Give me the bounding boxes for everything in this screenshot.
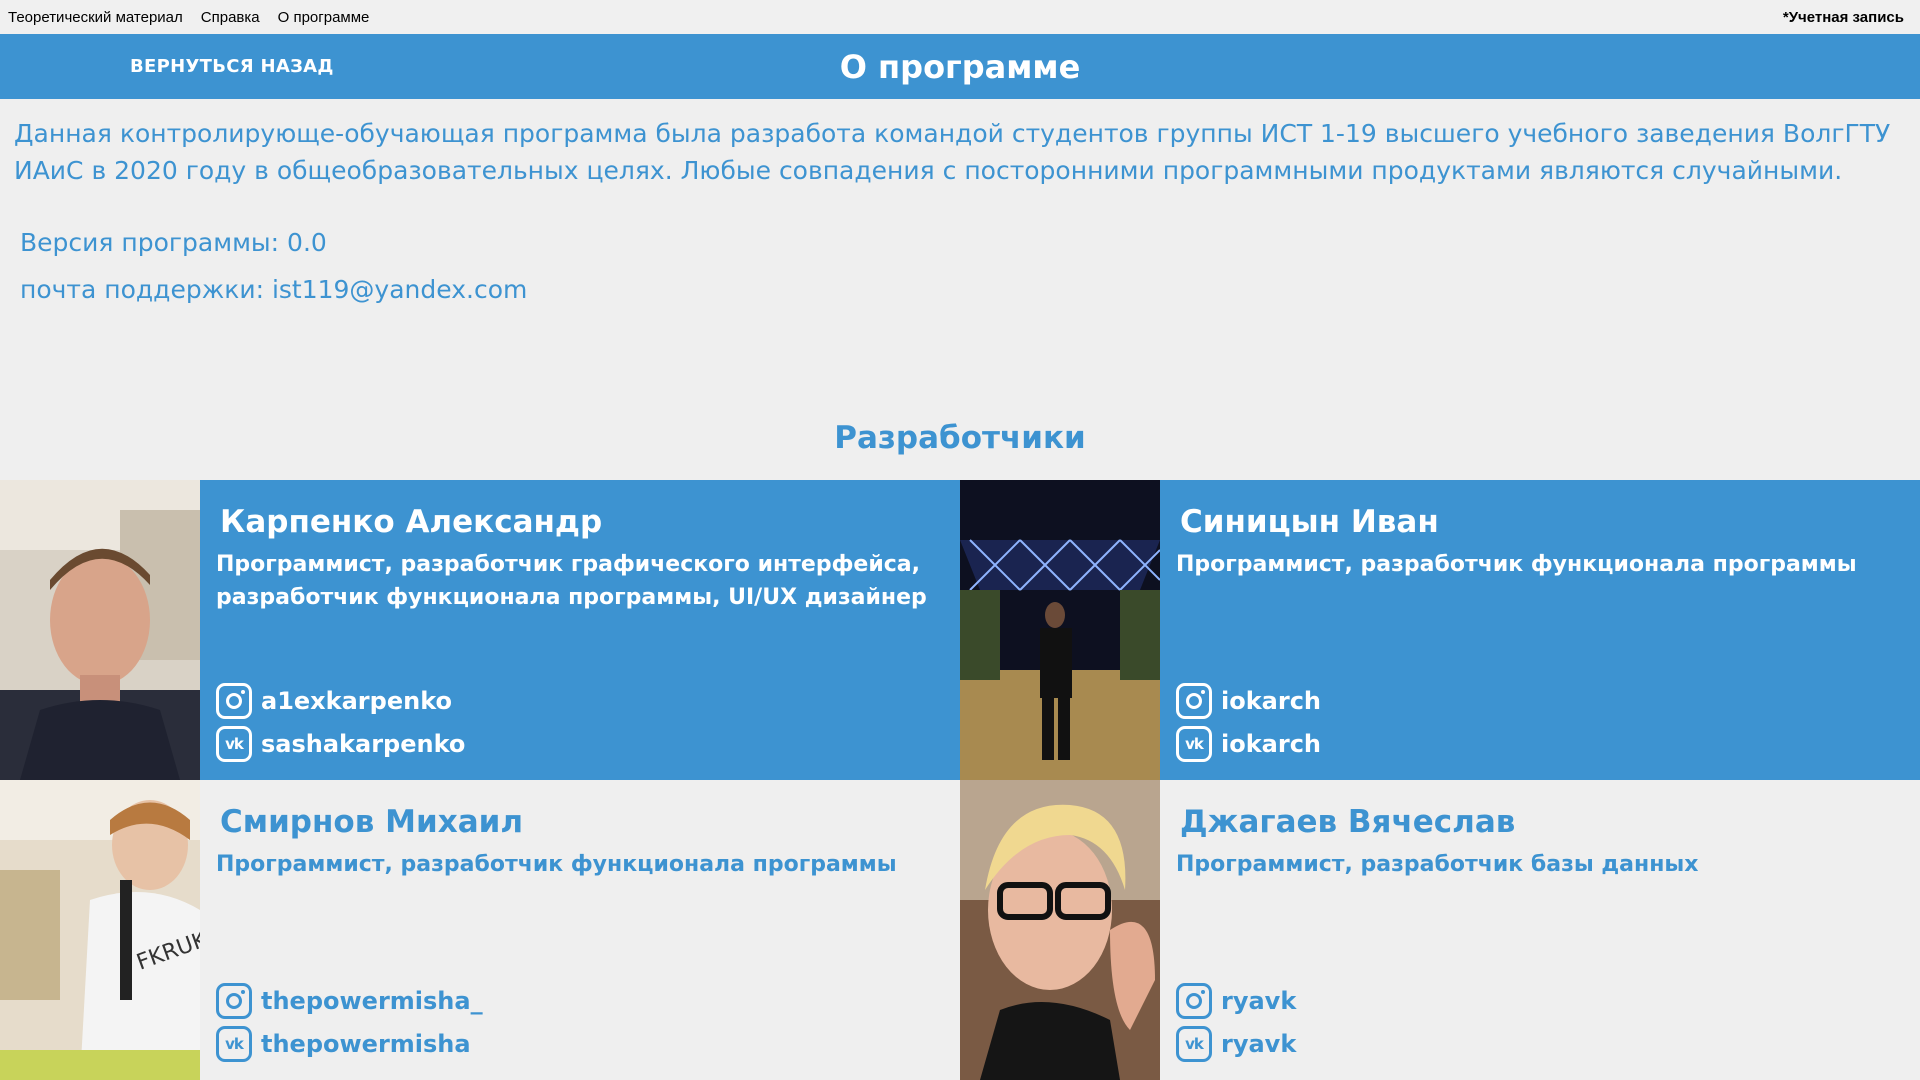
developer-info: Смирнов Михаил Программист, разработчик … (200, 780, 960, 1080)
menu-item-help[interactable]: Справка (201, 9, 260, 26)
menu-item-theory[interactable]: Теоретический материал (8, 9, 183, 26)
developer-photo (960, 480, 1160, 780)
vk-icon: vk (216, 1026, 252, 1062)
developer-role: Программист, разработчик функционала про… (1176, 552, 1857, 577)
developer-info: Синицын Иван Программист, разработчик фу… (1160, 480, 1920, 780)
instagram-link[interactable]: a1exkarpenko (216, 683, 452, 719)
instagram-link[interactable]: iokarch (1176, 683, 1321, 719)
vk-link[interactable]: vk ryavk (1176, 1026, 1296, 1062)
developer-card: Карпенко Александр Программист, разработ… (0, 480, 960, 780)
instagram-icon (216, 983, 252, 1019)
developer-role: Программист, разработчик функционала про… (216, 852, 897, 877)
instagram-icon (216, 683, 252, 719)
developer-info: Джагаев Вячеслав Программист, разработчи… (1160, 780, 1920, 1080)
developers-heading: Разработчики (834, 420, 1086, 456)
vk-link[interactable]: vk iokarch (1176, 726, 1321, 762)
vk-icon: vk (1176, 726, 1212, 762)
vk-link[interactable]: vk sashakarpenko (216, 726, 465, 762)
page-header: ВЕРНУТЬСЯ НАЗАД О программе (0, 34, 1920, 99)
menu-item-about[interactable]: О программе (278, 9, 370, 26)
version-text: Версия программы: 0.0 (20, 228, 327, 257)
back-button[interactable]: ВЕРНУТЬСЯ НАЗАД (130, 34, 334, 99)
instagram-icon (1176, 683, 1212, 719)
developers-grid: Карпенко Александр Программист, разработ… (0, 480, 1920, 1080)
vk-handle[interactable]: iokarch (1221, 730, 1321, 758)
program-info: Версия программы: 0.0 почта поддержки: i… (0, 189, 1920, 313)
instagram-handle[interactable]: a1exkarpenko (261, 687, 452, 715)
developer-photo: FKRUK (0, 780, 200, 1080)
developer-name: Смирнов Михаил (220, 804, 524, 840)
instagram-link[interactable]: ryavk (1176, 983, 1296, 1019)
instagram-handle[interactable]: thepowermisha_ (261, 987, 483, 1015)
developer-card: Синицын Иван Программист, разработчик фу… (960, 480, 1920, 780)
account-menu[interactable]: *Учетная запись (1783, 9, 1904, 26)
vk-link[interactable]: vk thepowermisha (216, 1026, 471, 1062)
developer-info: Карпенко Александр Программист, разработ… (200, 480, 960, 780)
developer-role: Программист, разработчик графического ин… (216, 552, 927, 610)
program-description: Данная контролирующе-обучающая программа… (14, 119, 1891, 185)
vk-handle[interactable]: ryavk (1221, 1030, 1296, 1058)
developer-photo (960, 780, 1160, 1080)
menu-bar: Теоретический материал Справка О програм… (0, 0, 1920, 34)
vk-icon: vk (216, 726, 252, 762)
developer-name: Синицын Иван (1180, 504, 1439, 540)
instagram-handle[interactable]: iokarch (1221, 687, 1321, 715)
developer-name: Джагаев Вячеслав (1180, 804, 1516, 840)
support-email: почта поддержки: ist119@yandex.com (20, 275, 528, 304)
vk-icon: vk (1176, 1026, 1212, 1062)
developer-card: Джагаев Вячеслав Программист, разработчи… (960, 780, 1920, 1080)
developer-card: FKRUK Смирнов Михаил Программист, разраб… (0, 780, 960, 1080)
instagram-handle[interactable]: ryavk (1221, 987, 1296, 1015)
instagram-icon (1176, 983, 1212, 1019)
developer-name: Карпенко Александр (220, 504, 603, 540)
vk-handle[interactable]: sashakarpenko (261, 730, 465, 758)
developer-photo (0, 480, 200, 780)
instagram-link[interactable]: thepowermisha_ (216, 983, 483, 1019)
developer-role: Программист, разработчик базы данных (1176, 852, 1699, 877)
vk-handle[interactable]: thepowermisha (261, 1030, 471, 1058)
